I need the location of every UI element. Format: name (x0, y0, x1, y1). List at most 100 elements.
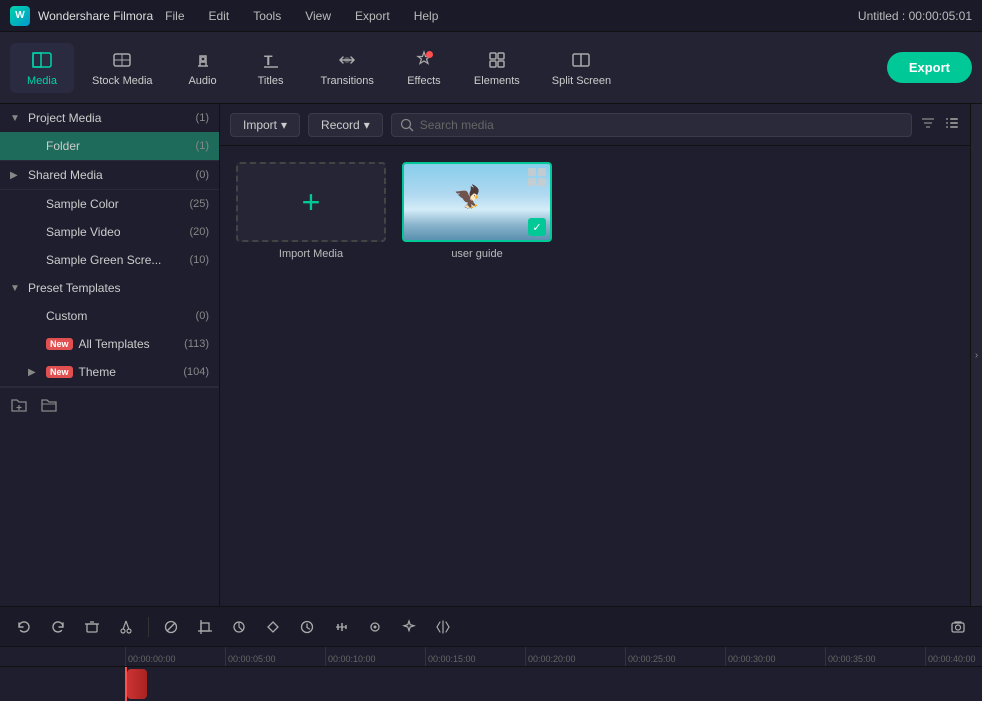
sidebar-item-shared-media[interactable]: ▶ Shared Media (0) (0, 161, 219, 189)
toolbar-stock-media[interactable]: Stock Media (78, 43, 167, 93)
import-button[interactable]: Import ▾ (230, 113, 300, 137)
toolbar-audio[interactable]: Audio (171, 43, 235, 93)
search-bar (391, 113, 912, 137)
toolbar-effects[interactable]: Effects (392, 43, 456, 93)
new-folder-icon[interactable] (10, 396, 28, 419)
sidebar-item-sample-video[interactable]: Sample Video (20) (0, 218, 219, 246)
undo-button[interactable] (10, 613, 38, 641)
tl-separator-1 (148, 617, 149, 637)
track-clip[interactable] (127, 669, 147, 699)
sidebar-shared-media-label: Shared Media (28, 168, 190, 182)
toolbar-elements[interactable]: Elements (460, 43, 534, 93)
preset-templates-section: ▼ Preset Templates Custom (0) New All Te… (0, 274, 219, 387)
import-media-label: Import Media (279, 248, 343, 260)
user-guide-media-item[interactable]: 🦅 ✓ user guide (402, 162, 552, 260)
sidebar-item-preset-templates[interactable]: ▼ Preset Templates (0, 274, 219, 302)
audio-icon (192, 49, 214, 71)
speed-button[interactable] (293, 613, 321, 641)
dropdown-arrow-icon: ▾ (281, 118, 287, 132)
filter-icon[interactable] (920, 115, 936, 134)
menu-edit[interactable]: Edit (205, 7, 234, 25)
toolbar-transitions[interactable]: Transitions (307, 43, 388, 93)
toolbar-split-screen[interactable]: Split Screen (538, 43, 625, 93)
sidebar-shared-media-count: (0) (196, 169, 209, 181)
ruler-mark-4: 00:00:20:00 (525, 647, 625, 666)
keyframe-button[interactable] (259, 613, 287, 641)
menu-help[interactable]: Help (410, 7, 443, 25)
app-logo: W (10, 6, 30, 26)
grid-view-icon[interactable] (944, 115, 960, 134)
menu-bar: File Edit Tools View Export Help (161, 7, 442, 25)
import-media-item[interactable]: + Import Media (236, 162, 386, 260)
open-folder-icon[interactable] (40, 396, 58, 419)
plus-icon: + (302, 186, 321, 218)
toolbar-media[interactable]: Media (10, 43, 74, 93)
crop-button[interactable] (191, 613, 219, 641)
menu-file[interactable]: File (161, 7, 188, 25)
timeline-area: 00:00:00:00 00:00:05:00 00:00:10:00 00:0… (0, 606, 982, 701)
content-area: Import ▾ Record ▾ (220, 104, 970, 606)
sidebar-item-custom[interactable]: Custom (0) (0, 302, 219, 330)
ai-enhance-button[interactable] (395, 613, 423, 641)
sidebar-project-media-label: Project Media (28, 111, 190, 125)
toolbar-titles-label: Titles (258, 75, 284, 87)
snapshot-button[interactable] (944, 613, 972, 641)
sidebar-item-sample-green-screen[interactable]: Sample Green Scre... (10) (0, 246, 219, 274)
user-guide-thumb: 🦅 ✓ (402, 162, 552, 242)
stabilize-button[interactable] (361, 613, 389, 641)
sidebar-folder-label: Folder (46, 139, 190, 153)
ruler-mark-3: 00:00:15:00 (425, 647, 525, 666)
media-icon (31, 49, 53, 71)
timeline-toolbar (0, 607, 982, 647)
sidebar-all-templates-label: All Templates (79, 337, 179, 351)
ruler-mark-0: 00:00:00:00 (125, 647, 225, 666)
sidebar-sample-green-screen-count: (10) (189, 254, 209, 266)
ruler-mark-7: 00:00:35:00 (825, 647, 925, 666)
sidebar-sample-color-count: (25) (189, 198, 209, 210)
title-bar-left: W Wondershare Filmora File Edit Tools Vi… (10, 6, 442, 26)
transitions-icon (336, 49, 358, 71)
record-button[interactable]: Record ▾ (308, 113, 383, 137)
sidebar-sample-color-label: Sample Color (46, 197, 183, 211)
export-button[interactable]: Export (887, 52, 972, 83)
menu-view[interactable]: View (301, 7, 335, 25)
menu-tools[interactable]: Tools (249, 7, 285, 25)
record-dropdown-icon: ▾ (364, 118, 370, 132)
toolbar-titles[interactable]: T Titles (239, 43, 303, 93)
redo-button[interactable] (44, 613, 72, 641)
sidebar-item-sample-color[interactable]: Sample Color (25) (0, 190, 219, 218)
ruler-mark-1: 00:00:05:00 (225, 647, 325, 666)
import-thumb[interactable]: + (236, 162, 386, 242)
ruler-mark-5: 00:00:25:00 (625, 647, 725, 666)
user-guide-label: user guide (451, 248, 502, 260)
toolbar-split-screen-label: Split Screen (552, 75, 611, 87)
grid-overlay-icon (528, 168, 546, 186)
sidebar-item-folder[interactable]: Folder (1) (0, 132, 219, 160)
sidebar-item-all-templates[interactable]: New All Templates (113) (0, 330, 219, 358)
sidebar: ▼ Project Media (1) Folder (1) ▶ Shared … (0, 104, 220, 606)
chevron-right-icon: ▶ (10, 170, 22, 181)
right-panel-handle[interactable]: › (970, 104, 982, 606)
svg-text:T: T (264, 52, 273, 68)
search-icon (400, 118, 414, 132)
mirror-button[interactable] (429, 613, 457, 641)
theme-arrow: ▶ (28, 367, 40, 378)
sidebar-custom-count: (0) (196, 310, 209, 322)
delete-button[interactable] (78, 613, 106, 641)
toolbar-transitions-label: Transitions (321, 75, 374, 87)
menu-export[interactable]: Export (351, 7, 394, 25)
toolbar-stock-media-label: Stock Media (92, 75, 153, 87)
disable-button[interactable] (157, 613, 185, 641)
timeline-ruler: 00:00:00:00 00:00:05:00 00:00:10:00 00:0… (0, 647, 982, 667)
audio-mix-button[interactable] (327, 613, 355, 641)
title-bar: W Wondershare Filmora File Edit Tools Vi… (0, 0, 982, 32)
search-input[interactable] (420, 118, 903, 132)
color-button[interactable] (225, 613, 253, 641)
cut-button[interactable] (112, 613, 140, 641)
sidebar-sample-video-count: (20) (189, 226, 209, 238)
sidebar-item-theme[interactable]: ▶ New Theme (104) (0, 358, 219, 386)
toolbar-audio-label: Audio (188, 75, 216, 87)
ruler-mark-6: 00:00:30:00 (725, 647, 825, 666)
sidebar-sample-green-screen-label: Sample Green Scre... (46, 253, 183, 267)
sidebar-item-project-media[interactable]: ▼ Project Media (1) (0, 104, 219, 132)
